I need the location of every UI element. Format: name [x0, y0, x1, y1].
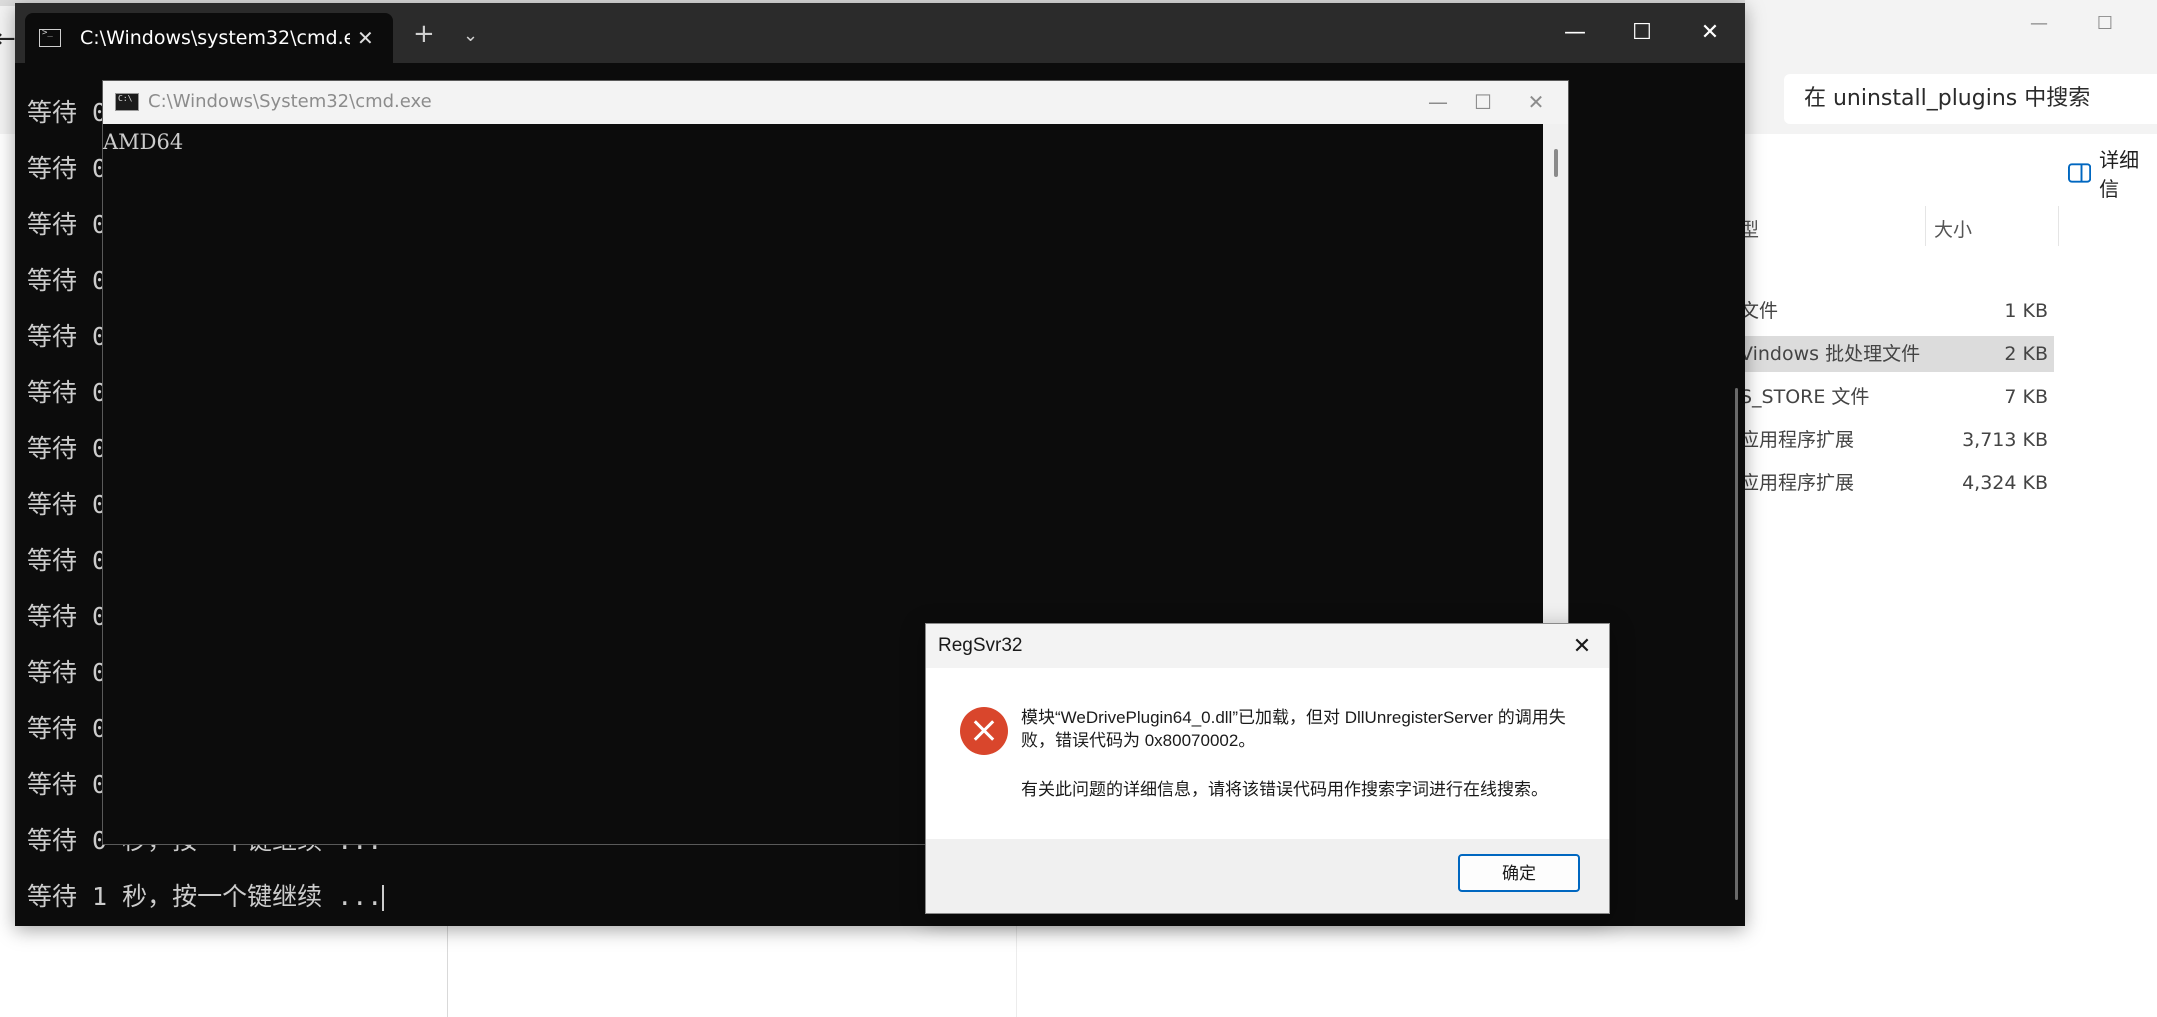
terminal-close-button[interactable]: ✕	[1690, 15, 1730, 51]
file-row[interactable]: 应用程序扩展 4,324 KB	[1740, 465, 2054, 501]
terminal-tab-title: C:\Windows\system32\cmd.exe	[80, 27, 350, 49]
terminal-tab[interactable]: C:\Windows\system32\cmd.exe ✕	[25, 13, 393, 63]
cmd-tab-icon	[39, 28, 61, 47]
file-row[interactable]: S_STORE 文件 7 KB	[1740, 379, 2054, 415]
cmd-icon	[115, 93, 139, 111]
dialog-titlebar[interactable]	[926, 624, 1609, 668]
pane-divider[interactable]	[447, 925, 448, 1017]
close-tab-icon[interactable]: ✕	[357, 25, 374, 51]
column-header-size[interactable]: 大小	[1934, 212, 1972, 248]
file-size: 2 KB	[2004, 343, 2048, 365]
explorer-maximize-button[interactable]: ☐	[2090, 12, 2120, 36]
search-input[interactable]: 在 uninstall_plugins 中搜索	[1784, 74, 2157, 124]
details-pane-icon	[2068, 163, 2092, 183]
file-type: 应用程序扩展	[1740, 472, 1855, 494]
dialog-close-button[interactable]: ✕	[1564, 631, 1600, 661]
file-size: 7 KB	[2004, 386, 2048, 408]
file-type: S_STORE 文件	[1740, 386, 1870, 408]
pane-divider	[1016, 925, 1017, 1017]
file-size: 3,713 KB	[1962, 429, 2048, 451]
dialog-title: RegSvr32	[938, 635, 1023, 656]
terminal-scrollbar[interactable]	[1735, 388, 1738, 900]
cmd-maximize-button[interactable]: ☐	[1463, 87, 1503, 117]
cmd-window-title: C:\Windows\System32\cmd.exe	[148, 91, 432, 112]
explorer-minimize-button[interactable]: —	[2024, 12, 2054, 36]
file-row[interactable]: 应用程序扩展 3,713 KB	[1740, 422, 2054, 458]
error-detail: 有关此问题的详细信息，请将该错误代码用作搜索字词进行在线搜索。	[1021, 780, 1548, 799]
file-type: 应用程序扩展	[1740, 429, 1855, 451]
file-row[interactable]: 文件 1 KB	[1740, 293, 2054, 329]
file-size: 1 KB	[2004, 300, 2048, 322]
terminal-minimize-button[interactable]: —	[1555, 15, 1595, 51]
error-message: 模块“WeDrivePlugin64_0.dll”已加载，但对 DllUnreg…	[1021, 708, 1566, 750]
details-pane-label: 详细信	[2099, 148, 2140, 201]
new-tab-button[interactable]: +	[413, 21, 435, 47]
cmd-output: AMD64	[103, 130, 184, 154]
error-icon	[960, 707, 1008, 755]
cmd-minimize-button[interactable]: —	[1418, 87, 1458, 117]
ok-button[interactable]: 确定	[1458, 854, 1580, 892]
cmd-scrollbar-thumb[interactable]	[1554, 149, 1558, 177]
chevron-down-icon[interactable]: ⌄	[463, 23, 478, 49]
file-type: Vindows 批处理文件	[1740, 343, 1921, 365]
file-size: 4,324 KB	[1962, 472, 2048, 494]
regsvr32-dialog: RegSvr32 ✕ 模块“WeDrivePlugin64_0.dll”已加载，…	[925, 623, 1610, 914]
file-row-selected[interactable]: Vindows 批处理文件 2 KB	[1740, 336, 2054, 372]
text-cursor	[382, 885, 385, 911]
details-pane-button[interactable]: 详细信	[2068, 148, 2157, 201]
terminal-maximize-button[interactable]: ☐	[1622, 15, 1662, 51]
back-arrow-icon[interactable]: ←	[0, 24, 16, 54]
terminal-line: 等待 1 秒，按一个键继续 ...	[27, 882, 383, 911]
column-separator[interactable]	[1925, 206, 1926, 246]
column-separator[interactable]	[2058, 206, 2059, 246]
file-type: 文件	[1740, 300, 1779, 322]
terminal-line-current: 等待 1 秒，按一个键继续 ...	[27, 882, 385, 938]
cmd-close-button[interactable]: ✕	[1516, 87, 1556, 117]
